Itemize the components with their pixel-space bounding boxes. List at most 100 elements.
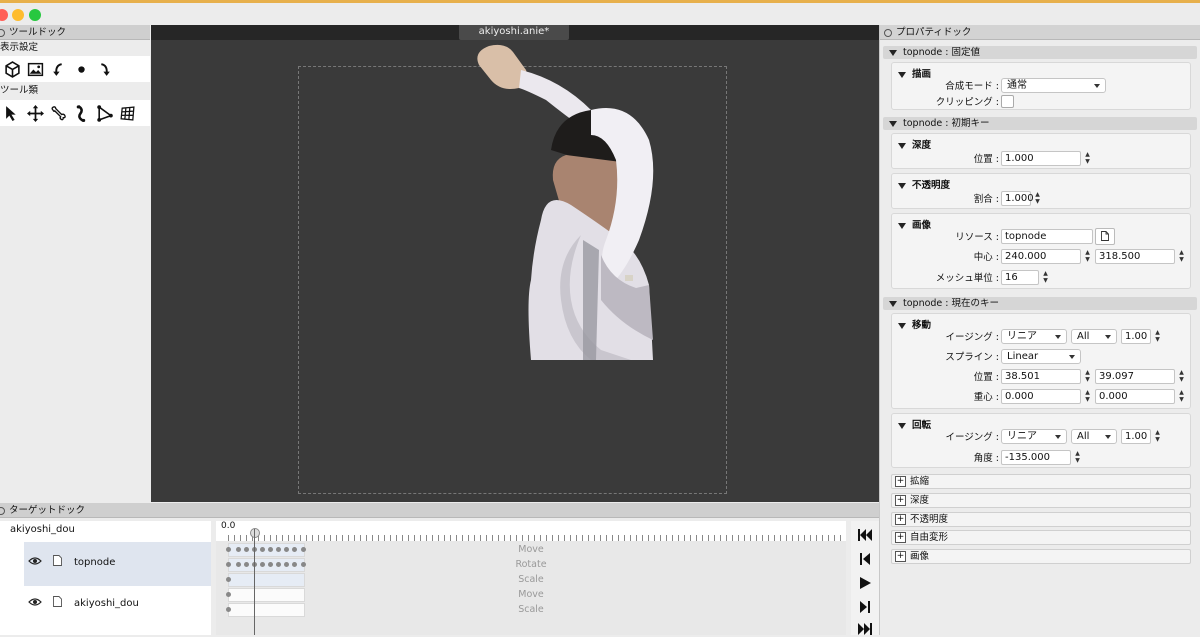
timeline-track-rotate[interactable]: Rotate (216, 558, 846, 573)
visibility-eye-icon[interactable] (28, 597, 42, 610)
cube-icon[interactable] (2, 59, 22, 79)
depth-position-input[interactable]: 1.000 (1001, 150, 1081, 166)
clipping-checkbox[interactable] (1001, 94, 1014, 108)
keyframe-dot[interactable] (284, 547, 289, 552)
move-center-y-stepper[interactable]: ▲ ▼ (1177, 388, 1186, 404)
blend-mode-select[interactable]: 通常 (1001, 77, 1106, 93)
visibility-eye-icon[interactable] (28, 556, 42, 569)
mesh-unit-stepper[interactable]: ▲ ▼ (1041, 269, 1050, 285)
timeline-track-move[interactable]: Move (216, 543, 846, 558)
timeline-panel[interactable]: 0.0 Move Rotate Scale Move Scale (216, 521, 846, 635)
bone-icon[interactable] (48, 103, 68, 123)
move-easing-weight-input[interactable]: 1.00 (1121, 328, 1151, 344)
move-easing-weight-stepper[interactable]: ▲ ▼ (1153, 328, 1162, 344)
rotate-easing-weight-input[interactable]: 1.00 (1121, 428, 1151, 444)
opacity-rate-stepper[interactable]: ▲ ▼ (1033, 190, 1042, 206)
rotate-easing-select[interactable]: リニア (1001, 428, 1067, 444)
mesh-unit-input[interactable]: 16 (1001, 269, 1039, 285)
move-easing-range-select[interactable]: All (1071, 328, 1117, 344)
dock-float-icon[interactable] (884, 28, 892, 37)
spline-select[interactable]: Linear (1001, 348, 1081, 364)
mesh-grid-icon[interactable] (117, 103, 137, 123)
dock-float-icon[interactable] (0, 28, 5, 37)
cursor-arrow-icon[interactable] (2, 103, 22, 123)
canvas-area[interactable]: akiyoshi.anie* (151, 25, 879, 502)
key-cells[interactable] (228, 603, 305, 617)
keyframe-dot[interactable] (276, 562, 281, 567)
tree-root-item[interactable]: akiyoshi_dou (10, 524, 221, 535)
move-easing-select[interactable]: リニア (1001, 328, 1067, 344)
keyframe-dot[interactable] (226, 592, 231, 597)
opacity-collapsed-section[interactable]: + 不透明度 (891, 512, 1191, 527)
collapse-triangle-icon[interactable] (898, 182, 906, 189)
scale-collapsed-section[interactable]: + 拡縮 (891, 474, 1191, 489)
initial-key-title[interactable]: topnode : 初期キー (883, 117, 1197, 130)
dot-icon[interactable] (71, 59, 91, 79)
step-back-icon[interactable] (857, 551, 873, 567)
bone-bend-icon[interactable] (71, 103, 91, 123)
keyframe-dot[interactable] (268, 562, 273, 567)
collapse-triangle-icon[interactable] (889, 120, 897, 127)
expand-plus-icon[interactable]: + (895, 551, 906, 562)
move-position-x-stepper[interactable]: ▲ ▼ (1083, 368, 1092, 384)
posed-figure-image[interactable] (471, 40, 671, 360)
image-collapsed-section[interactable]: + 画像 (891, 549, 1191, 564)
move-cross-icon[interactable] (25, 103, 45, 123)
step-forward-icon[interactable] (857, 599, 873, 615)
keyframe-dot[interactable] (301, 562, 306, 567)
keyframe-dot[interactable] (284, 562, 289, 567)
document-tab[interactable]: akiyoshi.anie* (459, 25, 569, 40)
tree-item-akiyoshi-dou[interactable]: akiyoshi_dou (24, 588, 211, 618)
angle-input[interactable]: -135.000 (1001, 449, 1071, 465)
depth-position-stepper[interactable]: ▲ ▼ (1083, 150, 1092, 166)
expand-plus-icon[interactable]: + (895, 532, 906, 543)
timeline-track-scale[interactable]: Scale (216, 573, 846, 588)
move-center-x-stepper[interactable]: ▲ ▼ (1083, 388, 1092, 404)
opacity-rate-input[interactable]: 1.000 (1001, 190, 1034, 206)
rotate-easing-range-select[interactable]: All (1071, 428, 1117, 444)
angle-stepper[interactable]: ▲ ▼ (1073, 449, 1082, 465)
depth-collapsed-section[interactable]: + 深度 (891, 493, 1191, 508)
fixed-values-title[interactable]: topnode : 固定値 (883, 46, 1197, 59)
move-center-x-input[interactable]: 0.000 (1001, 388, 1081, 404)
skip-to-start-icon[interactable] (857, 527, 873, 543)
key-cells[interactable] (228, 573, 305, 587)
timeline-track-move[interactable]: Move (216, 588, 846, 603)
rotate-right-icon[interactable] (94, 59, 114, 79)
expand-plus-icon[interactable]: + (895, 476, 906, 487)
keyframe-dot[interactable] (236, 562, 241, 567)
keyframe-dot[interactable] (236, 547, 241, 552)
keyframe-dot[interactable] (226, 547, 231, 552)
free-deform-collapsed-section[interactable]: + 自由変形 (891, 530, 1191, 545)
collapse-triangle-icon[interactable] (898, 142, 906, 149)
current-key-title[interactable]: topnode : 現在のキー (883, 297, 1197, 310)
rotate-easing-weight-stepper[interactable]: ▲ ▼ (1153, 428, 1162, 444)
resource-input[interactable]: topnode (1001, 228, 1093, 244)
play-icon[interactable] (857, 575, 873, 591)
close-window-button[interactable] (0, 9, 8, 21)
keyframe-dot[interactable] (292, 562, 297, 567)
keyframe-dot[interactable] (244, 547, 249, 552)
expand-plus-icon[interactable]: + (895, 495, 906, 506)
tree-item-topnode[interactable]: topnode (24, 542, 211, 586)
keyframe-dot[interactable] (260, 547, 265, 552)
collapse-triangle-icon[interactable] (889, 300, 897, 307)
image-center-y-input[interactable]: 318.500 (1095, 248, 1175, 264)
keyframe-dot[interactable] (244, 562, 249, 567)
file-open-icon[interactable] (1095, 227, 1115, 245)
move-position-y-stepper[interactable]: ▲ ▼ (1177, 368, 1186, 384)
collapse-triangle-icon[interactable] (889, 49, 897, 56)
node-path-icon[interactable] (94, 103, 114, 123)
expand-plus-icon[interactable]: + (895, 514, 906, 525)
dock-float-icon[interactable] (0, 506, 5, 515)
rotate-left-icon[interactable] (48, 59, 68, 79)
move-position-y-input[interactable]: 39.097 (1095, 368, 1175, 384)
image-center-x-stepper[interactable]: ▲ ▼ (1083, 248, 1092, 264)
zoom-window-button[interactable] (29, 9, 41, 21)
keyframe-dot[interactable] (301, 547, 306, 552)
timeline-track-scale[interactable]: Scale (216, 603, 846, 618)
keyframe-dot[interactable] (226, 607, 231, 612)
playhead-handle[interactable] (250, 528, 260, 538)
move-position-x-input[interactable]: 38.501 (1001, 368, 1081, 384)
timeline-ruler[interactable]: 0.0 (216, 521, 846, 541)
